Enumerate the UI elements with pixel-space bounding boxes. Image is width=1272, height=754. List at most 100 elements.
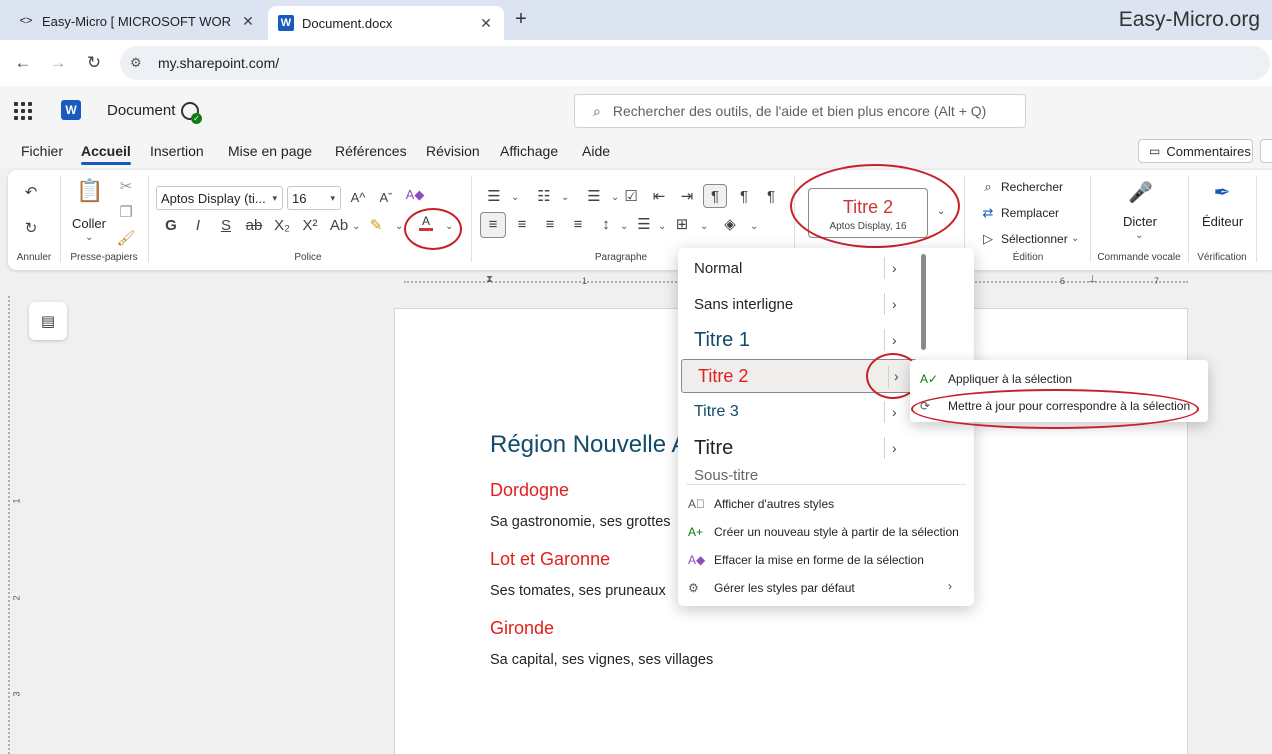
bold-icon[interactable]: G (160, 215, 182, 237)
browser-tab-easy-micro[interactable]: <> Easy-Micro [ MICROSOFT WOR ✕ (8, 6, 266, 36)
copy-icon[interactable]: ❐ (115, 202, 137, 224)
editor-pen-icon[interactable]: ✒ (1211, 182, 1233, 204)
styles-scrollbar[interactable] (921, 254, 926, 350)
divider (884, 293, 885, 315)
highlight-icon[interactable]: ✎ (365, 215, 387, 237)
search-input[interactable]: ⌕ Rechercher des outils, de l'aide et bi… (574, 94, 1026, 128)
bullets-icon[interactable]: ☰ (483, 186, 505, 208)
right-indent-marker-icon[interactable]: ⊥ (1088, 274, 1097, 285)
new-tab-button[interactable]: + (510, 9, 532, 31)
find-button[interactable]: Rechercher (1001, 180, 1063, 194)
chevron-down-icon[interactable]: ⌄ (85, 232, 93, 243)
style-item-titre-1[interactable]: Titre 1 › (678, 323, 918, 357)
strikethrough-icon[interactable]: ab (243, 215, 265, 237)
tab-accueil[interactable]: Accueil (81, 143, 131, 165)
dictate-label[interactable]: Dicter (1123, 214, 1157, 229)
chevron-down-icon[interactable]: ⌄ (1135, 230, 1143, 241)
multilevel-list-icon[interactable]: ☰ (583, 186, 605, 208)
format-painter-icon[interactable]: 🖌 (115, 228, 137, 250)
decrease-indent-icon[interactable]: ⇤ (648, 186, 670, 208)
align-right-icon[interactable]: ≡ (539, 214, 561, 236)
ltr-icon[interactable]: ¶ (704, 186, 726, 208)
select-button[interactable]: Sélectionner (1001, 232, 1068, 246)
tab-references[interactable]: Références (335, 143, 407, 159)
font-size-dropdown[interactable]: 16 ▾ (287, 186, 341, 210)
grow-font-icon[interactable]: A^ (347, 187, 369, 209)
create-style-command[interactable]: A+ Créer un nouveau style à partir de la… (688, 519, 959, 545)
tab-affichage[interactable]: Affichage (500, 143, 558, 159)
font-name-dropdown[interactable]: Aptos Display (ti... ▾ (156, 186, 283, 210)
forward-button[interactable]: → (47, 52, 69, 74)
chevron-right-icon[interactable]: › (892, 404, 897, 420)
url-field[interactable]: ⚙ my.sharepoint.com/ (120, 46, 1270, 80)
align-left-icon[interactable]: ≡ (482, 214, 504, 236)
justify-icon[interactable]: ≡ (567, 214, 589, 236)
chevron-down-icon[interactable]: ⌄ (1071, 233, 1079, 244)
undo-icon[interactable]: ↶ (20, 182, 42, 204)
style-item-sous-titre[interactable]: Sous-titre (678, 467, 918, 481)
browser-tab-document[interactable]: W Document.docx ✕ (268, 6, 504, 40)
reload-button[interactable]: ↻ (83, 52, 105, 74)
subscript-icon[interactable]: X₂ (271, 215, 293, 237)
redo-icon[interactable]: ↻ (20, 218, 42, 240)
cut-icon[interactable]: ✂ (115, 176, 137, 198)
paragraph-spacing-icon[interactable]: ☰ (633, 214, 655, 236)
tab-revision[interactable]: Révision (426, 143, 480, 159)
chevron-right-icon[interactable]: › (892, 296, 897, 312)
align-center-icon[interactable]: ≡ (511, 214, 533, 236)
paste-label[interactable]: Coller (72, 216, 106, 231)
chevron-down-icon[interactable]: ⌄ (750, 221, 758, 232)
tab-fichier[interactable]: Fichier (21, 143, 63, 159)
chevron-right-icon[interactable]: › (892, 260, 897, 276)
close-icon[interactable]: ✕ (478, 15, 494, 32)
borders-icon[interactable]: ⊞ (671, 214, 693, 236)
document-title[interactable]: Document (107, 102, 175, 119)
show-more-styles-command[interactable]: A⃟ Afficher d'autres styles (688, 491, 834, 517)
style-item-titre[interactable]: Titre › (678, 431, 918, 465)
manage-default-styles-command[interactable]: ⚙ Gérer les styles par défaut (688, 575, 855, 601)
chevron-down-icon[interactable]: ⌄ (658, 221, 666, 232)
chevron-down-icon[interactable]: ⌄ (620, 221, 628, 232)
checklist-icon[interactable]: ☑ (620, 186, 642, 208)
increase-indent-icon[interactable]: ⇥ (676, 186, 698, 208)
clear-formatting-icon[interactable]: A◆ (404, 184, 426, 206)
style-item-sans-interligne[interactable]: Sans interligne › (678, 287, 918, 321)
chevron-down-icon[interactable]: ⌄ (611, 192, 619, 203)
chevron-right-icon[interactable]: › (948, 579, 952, 593)
rtl-icon[interactable]: ¶ (733, 186, 755, 208)
site-info-icon[interactable]: ⚙ (130, 55, 150, 71)
shading-icon[interactable]: ◈ (719, 214, 741, 236)
navigation-pane-button[interactable]: ▤ (29, 302, 67, 340)
close-icon[interactable]: ✕ (240, 13, 256, 30)
chevron-down-icon[interactable]: ⌄ (395, 221, 403, 232)
style-item-titre-3[interactable]: Titre 3 › (678, 395, 918, 429)
chevron-down-icon[interactable]: ⌄ (352, 221, 360, 232)
underline-icon[interactable]: S (215, 215, 237, 237)
chevron-down-icon[interactable]: ⌄ (561, 192, 569, 203)
tab-insertion[interactable]: Insertion (150, 143, 204, 159)
superscript-icon[interactable]: X² (299, 215, 321, 237)
chevron-down-icon[interactable]: ⌄ (511, 192, 519, 203)
numbering-icon[interactable]: ☷ (533, 186, 555, 208)
tab-mise-en-page[interactable]: Mise en page (228, 143, 312, 159)
back-button[interactable]: ← (12, 52, 34, 74)
comments-button[interactable]: ▭ Commentaires (1138, 139, 1253, 163)
show-marks-icon[interactable]: ¶ (760, 186, 782, 208)
share-button[interactable] (1260, 139, 1272, 163)
chevron-right-icon[interactable]: › (892, 332, 897, 348)
replace-button[interactable]: Remplacer (1001, 206, 1059, 220)
shrink-font-icon[interactable]: Aˇ (375, 187, 397, 209)
paste-icon[interactable]: 📋 (76, 180, 103, 202)
chevron-down-icon[interactable]: ⌄ (700, 221, 708, 232)
change-case-icon[interactable]: Ab (328, 215, 350, 237)
chevron-right-icon[interactable]: › (892, 440, 897, 456)
editor-label[interactable]: Éditeur (1202, 214, 1243, 229)
indent-marker-icon[interactable]: ⧗ (486, 274, 493, 285)
app-launcher-icon[interactable] (14, 102, 32, 120)
style-item-normal[interactable]: Normal › (678, 251, 918, 285)
clear-formatting-command[interactable]: A◆ Effacer la mise en forme de la sélect… (688, 547, 924, 573)
tab-aide[interactable]: Aide (582, 143, 610, 159)
microphone-icon[interactable]: 🎤 (1128, 182, 1153, 204)
line-spacing-icon[interactable]: ↕ (595, 214, 617, 236)
italic-icon[interactable]: I (187, 215, 209, 237)
